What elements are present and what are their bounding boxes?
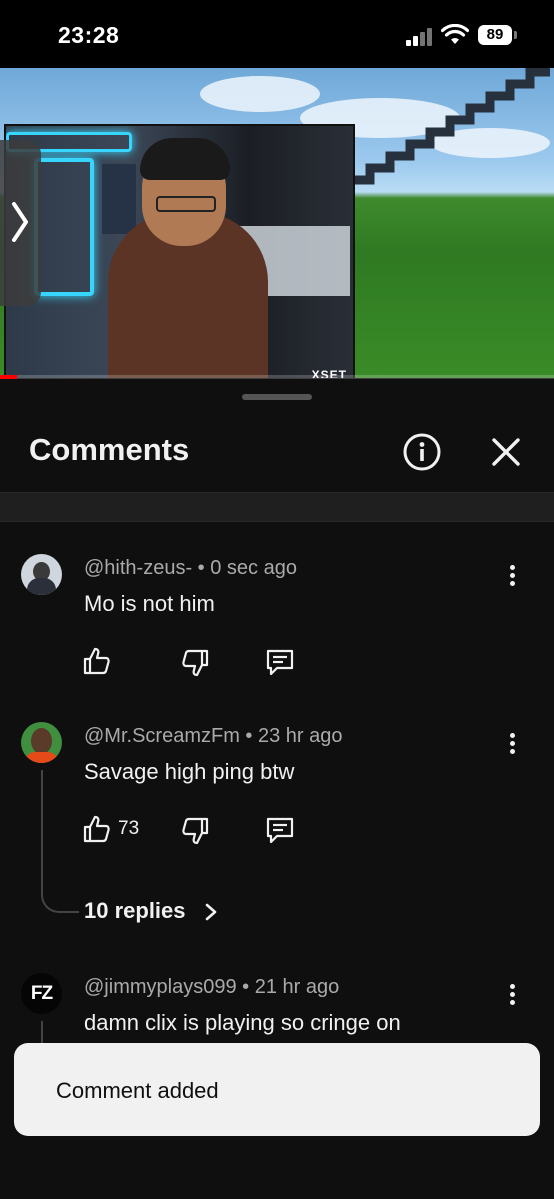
comment-time: 21 hr ago [254, 976, 340, 998]
video-progress-bar[interactable] [0, 375, 554, 379]
sheet-drag-handle[interactable] [242, 394, 312, 400]
battery-nub [514, 31, 517, 39]
more-options-icon[interactable] [500, 563, 524, 593]
comment-author[interactable]: @Mr.ScreamzFm [84, 725, 240, 747]
comment-input-divider [0, 492, 554, 522]
wall-poster [102, 164, 136, 234]
more-options-icon[interactable] [500, 982, 524, 1012]
like-icon[interactable] [82, 814, 112, 844]
streamer-hair [140, 138, 230, 180]
comment-author[interactable]: @hith-zeus- [84, 557, 192, 579]
like-count: 73 [118, 818, 140, 839]
stairs-structure [350, 68, 550, 185]
more-options-icon[interactable] [500, 731, 524, 761]
sheet-title: Comments [29, 432, 190, 467]
side-panel-handle[interactable] [0, 140, 41, 306]
status-bar: 23:28 89 [0, 0, 554, 68]
chevron-right-icon[interactable] [204, 902, 218, 922]
reply-icon[interactable] [265, 815, 295, 845]
dislike-icon[interactable] [180, 648, 210, 678]
streamer-webcam: XSET [4, 124, 355, 378]
status-time: 23:28 [58, 22, 120, 48]
reply-thread-line [41, 770, 79, 913]
comment-text: Mo is not him [84, 591, 215, 616]
replies-label[interactable]: 10 replies [84, 898, 186, 924]
cellular-signal-icon [406, 28, 434, 46]
comment-meta: @jimmyplays099 • 21 hr ago [84, 976, 340, 998]
battery-indicator: 89 [478, 25, 512, 45]
video-player[interactable]: XSET [0, 68, 554, 378]
snackbar-toast: Comment added [14, 1043, 540, 1136]
avatar[interactable]: FZ [21, 973, 62, 1014]
like-icon[interactable] [82, 646, 112, 676]
comment-time: 23 hr ago [257, 725, 343, 747]
comment-time: 0 sec ago [210, 557, 297, 579]
glasses [156, 196, 216, 212]
toast-text: Comment added [56, 1078, 219, 1103]
reply-icon[interactable] [265, 647, 295, 677]
neon-sign [34, 158, 94, 296]
info-icon[interactable] [402, 432, 442, 472]
cloud [200, 76, 320, 112]
dislike-icon[interactable] [180, 816, 210, 846]
comment-author[interactable]: @jimmyplays099 [84, 976, 237, 998]
comment-text: Savage high ping btw [84, 759, 295, 784]
comment-meta: @Mr.ScreamzFm • 23 hr ago [84, 725, 343, 747]
video-progress-fill [0, 375, 17, 379]
comment-meta: @hith-zeus- • 0 sec ago [84, 557, 297, 579]
avatar[interactable] [21, 722, 62, 763]
close-icon[interactable] [488, 434, 524, 470]
wifi-icon [441, 24, 469, 44]
avatar[interactable] [21, 554, 62, 595]
comment-text: damn clix is playing so cringe on [84, 1010, 401, 1035]
chevron-right-icon [12, 202, 28, 242]
